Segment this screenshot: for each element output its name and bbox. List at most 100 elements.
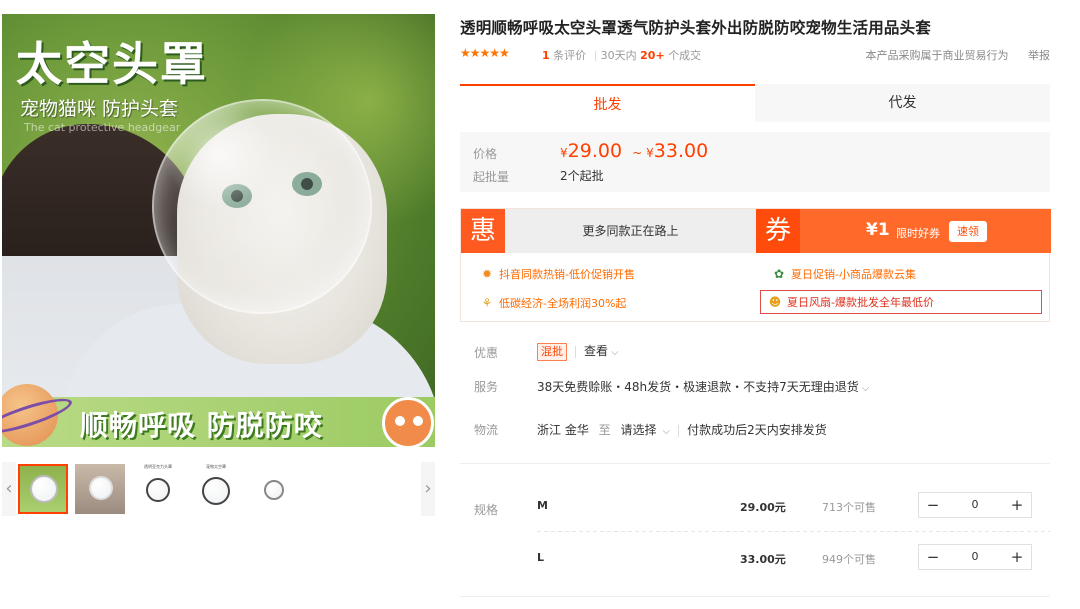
spec-price-m: 29.00元 <box>740 501 786 514</box>
trade-notice-text: 本产品采购属于商业贸易行为 <box>865 49 1009 62</box>
days-label: 30天内 <box>600 49 637 62</box>
image-headline: 太空头罩 <box>16 37 208 91</box>
thumbnail-prev-arrow[interactable]: ‹ <box>2 462 16 516</box>
increase-button[interactable]: + <box>1003 493 1031 517</box>
activity-link-1[interactable]: ✹ 抖音同款热销-低价促销开售 <box>479 263 635 285</box>
ship-to-label: 至 <box>598 423 611 437</box>
review-count[interactable]: 1 <box>542 49 550 62</box>
quantity-input[interactable]: 0 <box>947 545 1003 569</box>
divider <box>594 51 596 61</box>
activity-link-4[interactable]: ☻ 夏日风扇-爆款批发全年最低价 <box>760 290 1042 314</box>
thumbnail-5[interactable] <box>249 464 299 514</box>
service-text: 38天免费赊账・48h发货・极速退款・不支持7天无理由退货 <box>537 380 859 394</box>
rating-stars-icon: ★★★★★ <box>460 46 510 60</box>
spec-stock-l: 949个可售 <box>822 553 876 566</box>
hui-badge: 惠 <box>461 209 505 253</box>
cat-mascot-icon <box>382 397 434 447</box>
mascot-eye-left <box>395 416 405 426</box>
tab-wholesale[interactable]: 批发 <box>460 84 755 122</box>
space-helmet-bubble <box>152 99 372 314</box>
decrease-button[interactable]: − <box>919 545 947 569</box>
coupon-badge: 券 <box>756 209 800 253</box>
activity-link-3[interactable]: ⚘ 低碳经济-全场利润30%起 <box>479 292 627 314</box>
activity-text: 夏日促销-小商品爆款云集 <box>791 268 916 281</box>
product-meta: ★★★★★ 1 条评价 30天内 20+ 个成交 本产品采购属于商业贸易行为 举… <box>460 46 1050 64</box>
image-english-caption: The cat protective headgear <box>24 121 181 134</box>
hui-text: 更多同款正在路上 <box>582 224 679 238</box>
spec-divider <box>537 531 1050 532</box>
thumbnail-3[interactable]: 透明亚克力头罩 <box>133 464 183 514</box>
thumb-cat-helmet-icon <box>89 476 113 500</box>
claim-coupon-button[interactable]: 速领 <box>949 221 987 242</box>
view-label: 查看 <box>584 344 609 358</box>
moq-value: 2个起批 <box>560 169 604 183</box>
chevron-down-icon: ⌵ <box>662 426 671 437</box>
thumbnail-4[interactable]: 宠物太空罩 <box>191 464 241 514</box>
promotion-panel: 惠 更多同款正在路上 券 ¥1 限时好券 速领 ✹ 抖音同款热销-低价促销开售 ✿… <box>460 208 1051 322</box>
image-subtitle: 宠物猫咪 防护头套 <box>20 98 179 120</box>
coupon-bar: 券 ¥1 限时好券 速领 <box>756 209 1051 253</box>
chevron-down-icon: ⌵ <box>611 347 619 358</box>
product-title: 透明顺畅呼吸太空头罩透气防护头套外出防脱防咬宠物生活用品头套 <box>460 19 932 37</box>
image-banner-text: 顺畅呼吸 防脱防咬 <box>80 409 323 442</box>
review-label[interactable]: 条评价 <box>553 49 586 62</box>
price-label: 价格 <box>473 147 498 161</box>
quantity-stepper-m: − 0 + <box>918 492 1032 518</box>
price-box: 价格 ¥29.00 ~ ¥33.00 起批量 2个起批 <box>460 132 1050 192</box>
sold-count: 20+ <box>640 49 665 62</box>
moq-label: 起批量 <box>473 170 510 184</box>
ship-origin: 浙江 金华 <box>537 423 589 437</box>
service-row[interactable]: 38天免费赊账・48h发货・极速退款・不支持7天无理由退货 ⌵ <box>537 378 869 395</box>
activity-text: 低碳经济-全场利润30%起 <box>499 297 627 310</box>
chevron-down-icon: ⌵ <box>861 383 870 394</box>
logistics-row: 浙江 金华 至 请选择 ⌵ 付款成功后2天内安排发货 <box>537 421 827 438</box>
section-divider <box>460 596 1050 597</box>
thumb-helmet-icon <box>202 477 230 505</box>
main-product-image[interactable]: 太空头罩 宠物猫咪 防护头套 The cat protective headge… <box>2 14 435 447</box>
fan-icon: ☻ <box>768 295 782 309</box>
hui-bar[interactable]: 惠 更多同款正在路上 <box>461 209 756 253</box>
trade-notice: 本产品采购属于商业贸易行为 举报 <box>866 47 1051 63</box>
section-divider <box>460 463 1050 464</box>
increase-button[interactable]: + <box>1003 545 1031 569</box>
thumbnail-2[interactable] <box>75 464 125 514</box>
spec-label: 规格 <box>474 503 499 517</box>
coupon-label: 限时好券 <box>896 227 940 240</box>
spec-name-m: M <box>537 499 548 512</box>
currency-symbol: ¥ <box>646 146 654 160</box>
mascot-eye-right <box>413 416 423 426</box>
divider <box>575 345 576 358</box>
view-discount-link[interactable]: 查看 ⌵ <box>584 344 619 358</box>
coupon-amount: ¥1 <box>866 220 890 240</box>
currency-symbol: ¥ <box>560 146 568 160</box>
review-sales-summary: 1 条评价 30天内 20+ 个成交 <box>542 47 701 63</box>
price-range: ¥29.00 ~ ¥33.00 <box>560 140 708 162</box>
thumb-helmet-icon <box>146 478 170 502</box>
thumbnail-1[interactable] <box>18 464 68 514</box>
activity-link-2[interactable]: ✿ 夏日促销-小商品爆款云集 <box>771 263 916 285</box>
spec-price-l: 33.00元 <box>740 553 786 566</box>
max-price: 33.00 <box>653 140 709 162</box>
ship-note: 付款成功后2天内安排发货 <box>687 423 827 437</box>
report-link[interactable]: 举报 <box>1028 49 1050 62</box>
quantity-stepper-l: − 0 + <box>918 544 1032 570</box>
discount-row: 混批 查看 ⌵ <box>537 342 619 361</box>
thumbnail-next-arrow[interactable]: › <box>421 462 435 516</box>
destination-value: 请选择 <box>620 423 657 437</box>
mixed-batch-tag[interactable]: 混批 <box>537 343 567 361</box>
thumb-helmet-icon <box>30 475 58 503</box>
thumbnail-strip: ‹ 透明亚克力头罩 宠物太空罩 › <box>2 462 435 516</box>
logistics-label: 物流 <box>474 423 499 437</box>
quantity-input[interactable]: 0 <box>947 493 1003 517</box>
tab-dropship[interactable]: 代发 <box>755 84 1050 122</box>
thumb-caption: 透明亚克力头罩 <box>144 464 172 469</box>
spec-stock-m: 713个可售 <box>822 501 876 514</box>
sold-label: 个成交 <box>668 49 702 62</box>
leaf-icon: ✿ <box>773 267 785 281</box>
divider <box>678 424 680 437</box>
min-price: 29.00 <box>567 140 623 162</box>
thumb-caption: 宠物太空罩 <box>206 464 226 469</box>
purchase-mode-tabs: 批发 代发 <box>460 84 1050 122</box>
destination-select[interactable]: 请选择 ⌵ <box>621 423 671 437</box>
decrease-button[interactable]: − <box>919 493 947 517</box>
